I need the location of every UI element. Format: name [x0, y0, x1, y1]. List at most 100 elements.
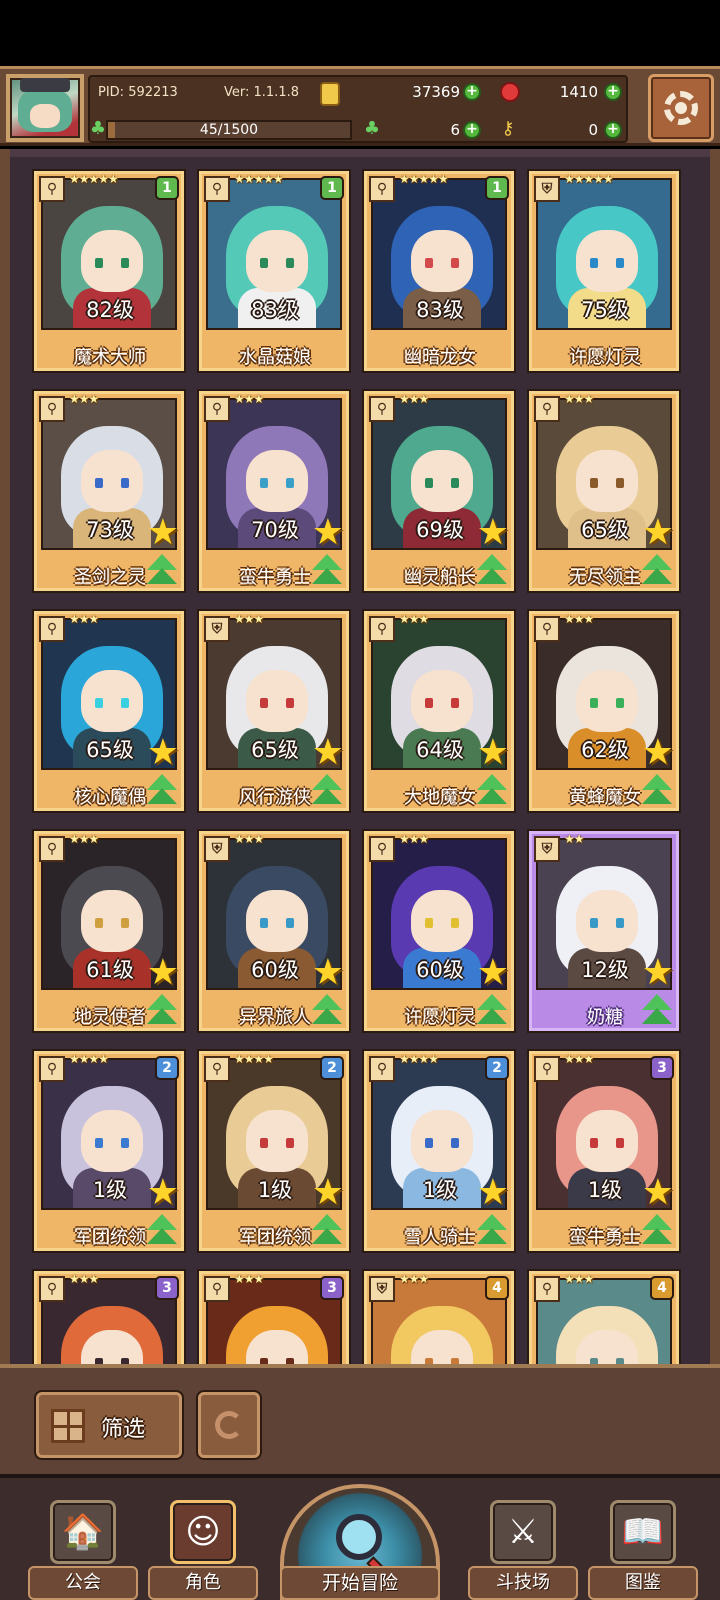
level-up-arrow-icon[interactable] — [642, 1214, 672, 1246]
add-keys-button[interactable]: + — [604, 121, 622, 139]
character-card[interactable]: ⚲ ★★★ 60级 许愿灯灵 ★ — [364, 831, 514, 1031]
character-face-icon: ☺ — [185, 1512, 221, 1552]
character-card[interactable]: ⚲ ★★★ 70级 蛮牛勇士 ★ — [199, 391, 349, 591]
character-card[interactable]: ⛨ ★★ 12级 奶糖 ★ — [529, 831, 679, 1031]
rarity-stars: ★★★ — [399, 1272, 429, 1286]
character-card[interactable]: ⚲ ★★★★ 2 1级 军团统领 ★ — [199, 1051, 349, 1251]
character-card[interactable]: ⚲ ★★★ 64级 大地魔女 ★ — [364, 611, 514, 811]
character-card[interactable]: ⚲ ★★★ 73级 圣剑之灵 ★ — [34, 391, 184, 591]
star-upgrade-icon[interactable]: ★ — [477, 735, 509, 771]
filter-grid-icon — [51, 1409, 85, 1443]
character-level: 82级 — [86, 298, 134, 322]
character-level: 75级 — [581, 298, 629, 322]
clover-icon: ♣ — [363, 118, 381, 139]
star-upgrade-icon[interactable]: ★ — [642, 955, 674, 991]
key-class-icon: ⚲ — [369, 616, 395, 642]
character-card[interactable]: ⚲ ★★★★★ 1 83级 水晶菇娘 — [199, 171, 349, 371]
key-icon: ⚷ — [501, 118, 515, 139]
star-upgrade-icon[interactable]: ★ — [477, 955, 509, 991]
sort-refresh-button[interactable] — [198, 1392, 260, 1458]
nav-start-adventure[interactable]: 开始冒险 — [276, 1484, 444, 1600]
nav-guild[interactable]: 🏠 公会 — [28, 1500, 138, 1600]
star-upgrade-icon[interactable]: ★ — [312, 955, 344, 991]
key-class-icon: ⚲ — [369, 176, 395, 202]
character-card[interactable]: ⛨ ★★★ 60级 异界旅人 ★ — [199, 831, 349, 1031]
star-upgrade-icon[interactable]: ★ — [147, 735, 179, 771]
add-clovers-button[interactable]: + — [463, 121, 481, 139]
nav-codex[interactable]: 📖 图鉴 — [588, 1500, 698, 1600]
shield-class-icon: ⛨ — [204, 836, 230, 862]
shield-class-icon: ⛨ — [369, 1276, 395, 1302]
character-list[interactable]: ⚲ ★★★★★ 1 82级 魔术大师 ⚲ ★★★★★ 1 83级 水晶菇娘 ⚲ ★★★★★ 1 83级 幽暗… — [0, 149, 720, 1364]
level-up-arrow-icon[interactable] — [147, 1214, 177, 1246]
player-avatar[interactable] — [6, 74, 84, 142]
character-card[interactable]: ⚲ ★★★ 62级 黄蜂魔女 ★ — [529, 611, 679, 811]
character-card[interactable]: ⛨ ★★★★★ 75级 许愿灯灵 — [529, 171, 679, 371]
rarity-stars: ★★★★★ — [399, 172, 449, 186]
level-up-arrow-icon[interactable] — [312, 774, 342, 806]
key-class-icon: ⚲ — [534, 1276, 560, 1302]
character-card[interactable]: ⛨ ★★★ 65级 风行游侠 ★ — [199, 611, 349, 811]
star-upgrade-icon[interactable]: ★ — [147, 1175, 179, 1211]
rank-badge: 1 — [320, 176, 344, 200]
character-card[interactable]: ⚲ ★★★★★ 1 82级 魔术大师 — [34, 171, 184, 371]
level-up-arrow-icon[interactable] — [147, 994, 177, 1026]
level-up-arrow-icon[interactable] — [642, 554, 672, 586]
add-gems-button[interactable]: + — [604, 83, 622, 101]
rank-badge: 4 — [485, 1276, 509, 1300]
add-coins-button[interactable]: + — [463, 83, 481, 101]
shield-class-icon: ⛨ — [534, 176, 560, 202]
character-card[interactable]: ⚲ ★★★ 4 — [529, 1271, 679, 1364]
character-card[interactable]: ⚲ ★★★ 3 — [34, 1271, 184, 1364]
nav-arena[interactable]: ⚔ 斗技场 — [468, 1500, 578, 1600]
level-up-arrow-icon[interactable] — [477, 774, 507, 806]
filter-button[interactable]: 筛选 — [36, 1392, 182, 1458]
level-up-arrow-icon[interactable] — [477, 554, 507, 586]
level-up-arrow-icon[interactable] — [642, 994, 672, 1026]
level-up-arrow-icon[interactable] — [147, 774, 177, 806]
level-up-arrow-icon[interactable] — [312, 554, 342, 586]
character-card[interactable]: ⚲ ★★★ 3 1级 蛮牛勇士 ★ — [529, 1051, 679, 1251]
settings-button[interactable] — [648, 74, 714, 142]
rarity-stars: ★★★ — [399, 392, 429, 406]
character-card[interactable]: ⚲ ★★★ 69级 幽灵船长 ★ — [364, 391, 514, 591]
character-card[interactable]: ⚲ ★★★ 65级 核心魔偶 ★ — [34, 611, 184, 811]
star-upgrade-icon[interactable]: ★ — [642, 735, 674, 771]
shield-class-icon: ⛨ — [204, 616, 230, 642]
level-up-arrow-icon[interactable] — [312, 994, 342, 1026]
rarity-stars: ★★★ — [564, 1272, 594, 1286]
clover-count: 6 — [450, 121, 460, 139]
rank-badge: 2 — [320, 1056, 344, 1080]
character-card[interactable]: ⚲ ★★★★ 2 1级 雪人骑士 ★ — [364, 1051, 514, 1251]
level-up-arrow-icon[interactable] — [477, 1214, 507, 1246]
star-upgrade-icon[interactable]: ★ — [312, 1175, 344, 1211]
star-upgrade-icon[interactable]: ★ — [477, 1175, 509, 1211]
star-upgrade-icon[interactable]: ★ — [147, 515, 179, 551]
level-up-arrow-icon[interactable] — [642, 774, 672, 806]
character-name: 许愿灯灵 — [569, 347, 641, 368]
gear-icon — [664, 91, 698, 125]
character-card[interactable]: ⚲ ★★★ 65级 无尽领主 ★ — [529, 391, 679, 591]
stamina-bar: 45/1500 — [106, 120, 352, 140]
character-card[interactable]: ⚲ ★★★ 61级 地灵使者 ★ — [34, 831, 184, 1031]
nav-character[interactable]: ☺ 角色 — [148, 1500, 258, 1600]
level-up-arrow-icon[interactable] — [312, 1214, 342, 1246]
character-card[interactable]: ⚲ ★★★★★ 1 83级 幽暗龙女 — [364, 171, 514, 371]
filter-panel: 筛选 — [0, 1364, 720, 1474]
guild-house-icon: 🏠 — [61, 1512, 105, 1552]
star-upgrade-icon[interactable]: ★ — [312, 515, 344, 551]
star-upgrade-icon[interactable]: ★ — [642, 1175, 674, 1211]
rarity-stars: ★★★ — [234, 612, 264, 626]
character-level: 83级 — [416, 298, 464, 322]
character-card[interactable]: ⛨ ★★★ 4 — [364, 1271, 514, 1364]
character-name: 水晶菇娘 — [239, 347, 311, 368]
star-upgrade-icon[interactable]: ★ — [312, 735, 344, 771]
character-card[interactable]: ⚲ ★★★ 3 — [199, 1271, 349, 1364]
star-upgrade-icon[interactable]: ★ — [642, 515, 674, 551]
star-upgrade-icon[interactable]: ★ — [477, 515, 509, 551]
level-up-arrow-icon[interactable] — [477, 994, 507, 1026]
star-upgrade-icon[interactable]: ★ — [147, 955, 179, 991]
level-up-arrow-icon[interactable] — [147, 554, 177, 586]
rarity-stars: ★★★ — [234, 392, 264, 406]
character-card[interactable]: ⚲ ★★★★ 2 1级 军团统领 ★ — [34, 1051, 184, 1251]
